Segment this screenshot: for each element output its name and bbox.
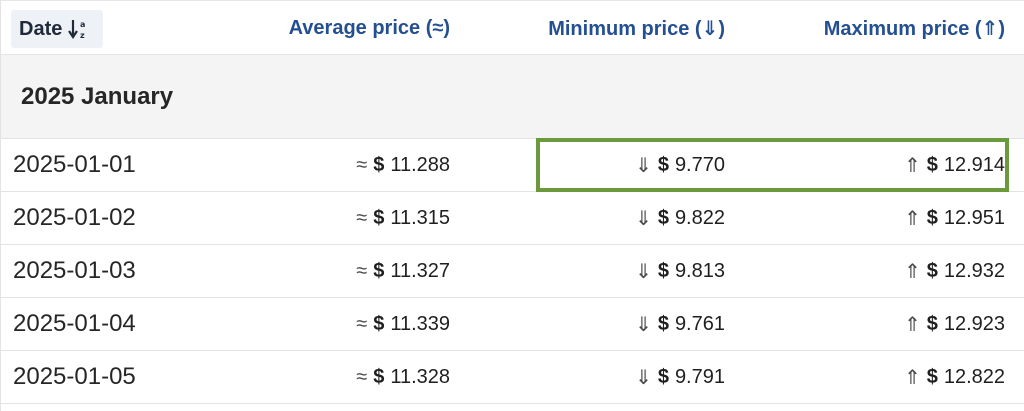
table-row: 2025-01-04 ≈ $ 11.339 ⇓ $ 9.761 ⇑ $ 12.9… — [1, 298, 1024, 351]
minimum-price-value: 9.813 — [674, 259, 725, 282]
currency-symbol: $ — [373, 312, 385, 335]
approx-icon: ≈ — [356, 259, 368, 282]
double-up-arrow-icon: ⇑ — [903, 366, 921, 389]
date-value: 2025-01-01 — [13, 151, 136, 178]
double-down-arrow-icon: ⇓ — [635, 207, 652, 230]
currency-symbol: $ — [657, 365, 669, 388]
maximum-price-cell: ⇑ $ 12.923 — [904, 298, 1005, 350]
approx-icon: ≈ — [356, 206, 368, 229]
date-value: 2025-01-03 — [13, 257, 136, 284]
double-up-arrow-icon: ⇑ — [903, 260, 921, 283]
average-price-value: 11.339 — [390, 312, 450, 335]
average-price-column-header[interactable]: Average price (≈) — [289, 1, 450, 55]
date-cell: 2025-01-05 — [13, 351, 136, 403]
date-column-header[interactable]: Date a z — [11, 10, 103, 48]
table-header: Date a z Average price (≈) Minimum price… — [1, 0, 1024, 55]
average-price-value: 11.328 — [390, 365, 450, 388]
date-cell: 2025-01-02 — [13, 192, 136, 244]
minimum-price-value: 9.791 — [674, 365, 725, 388]
minimum-price-cell: ⇓ $ 9.761 — [635, 298, 725, 350]
currency-symbol: $ — [373, 259, 385, 282]
average-price-value: 11.288 — [390, 153, 450, 176]
currency-symbol: $ — [926, 259, 938, 282]
date-cell: 2025-01-04 — [13, 298, 136, 350]
double-down-arrow-icon: ⇓ — [635, 260, 652, 283]
maximum-price-cell: ⇑ $ 12.932 — [904, 245, 1005, 297]
double-up-arrow-icon: ⇑ — [903, 207, 921, 230]
approx-icon: ≈ — [356, 312, 368, 335]
currency-symbol: $ — [373, 153, 385, 176]
approx-icon: ≈ — [356, 153, 368, 176]
average-price-value: 11.327 — [390, 259, 450, 282]
svg-text:a: a — [80, 20, 85, 29]
date-header-label: Date — [19, 17, 63, 40]
maximum-price-value: 12.822 — [943, 365, 1005, 388]
date-cell: 2025-01-03 — [13, 245, 136, 297]
maximum-price-value: 12.951 — [943, 206, 1005, 229]
next-row-edge — [1, 403, 1024, 411]
date-value: 2025-01-02 — [13, 204, 136, 231]
maximum-price-cell: ⇑ $ 12.951 — [904, 192, 1005, 244]
minimum-price-cell: ⇓ $ 9.791 — [635, 351, 725, 403]
currency-symbol: $ — [926, 206, 938, 229]
date-cell: 2025-01-01 — [13, 139, 136, 191]
currency-symbol: $ — [926, 365, 938, 388]
maximum-price-cell: ⇑ $ 12.822 — [904, 351, 1005, 403]
double-up-arrow-icon: ⇑ — [903, 154, 921, 177]
minimum-price-cell: ⇓ $ 9.822 — [635, 192, 725, 244]
table-row: 2025-01-03 ≈ $ 11.327 ⇓ $ 9.813 ⇑ $ 12.9… — [1, 245, 1024, 298]
double-down-arrow-icon: ⇓ — [635, 154, 652, 177]
maximum-price-value: 12.932 — [943, 259, 1005, 282]
minimum-price-value: 9.822 — [674, 206, 725, 229]
double-up-arrow-icon: ⇑ — [903, 313, 921, 336]
month-group-header: 2025 January — [1, 55, 1024, 139]
table-row: 2025-01-02 ≈ $ 11.315 ⇓ $ 9.822 ⇑ $ 12.9… — [1, 192, 1024, 245]
minimum-price-column-header[interactable]: Minimum price (⇓) — [548, 1, 725, 55]
minimum-price-value: 9.770 — [674, 153, 725, 176]
maximum-price-cell: ⇑ $ 12.914 — [904, 139, 1005, 191]
maximum-price-value: 12.914 — [943, 153, 1005, 176]
month-group-label: 2025 January — [21, 82, 174, 110]
table-row: 2025-01-01 ≈ $ 11.288 ⇓ $ 9.770 ⇑ $ 12.9… — [1, 139, 1024, 192]
currency-symbol: $ — [926, 153, 938, 176]
currency-symbol: $ — [926, 312, 938, 335]
svg-text:z: z — [80, 31, 85, 40]
minimum-price-value: 9.761 — [674, 312, 725, 335]
average-price-cell: ≈ $ 11.328 — [356, 351, 450, 403]
currency-symbol: $ — [657, 312, 669, 335]
currency-symbol: $ — [657, 153, 669, 176]
average-price-cell: ≈ $ 11.288 — [356, 139, 450, 191]
date-value: 2025-01-05 — [13, 363, 136, 390]
date-value: 2025-01-04 — [13, 310, 136, 337]
average-price-cell: ≈ $ 11.339 — [356, 298, 450, 350]
average-price-value: 11.315 — [390, 206, 450, 229]
approx-icon: ≈ — [356, 365, 368, 388]
double-down-arrow-icon: ⇓ — [635, 366, 652, 389]
minimum-price-cell: ⇓ $ 9.813 — [635, 245, 725, 297]
currency-symbol: $ — [657, 206, 669, 229]
maximum-price-column-header[interactable]: Maximum price (⇑) — [824, 1, 1005, 55]
currency-symbol: $ — [373, 365, 385, 388]
price-table: Date a z Average price (≈) Minimum price… — [0, 0, 1024, 411]
average-price-cell: ≈ $ 11.327 — [356, 245, 450, 297]
sort-descending-icon[interactable]: a z — [68, 17, 90, 41]
minimum-price-cell: ⇓ $ 9.770 — [635, 139, 725, 191]
average-price-cell: ≈ $ 11.315 — [356, 192, 450, 244]
table-row: 2025-01-05 ≈ $ 11.328 ⇓ $ 9.791 ⇑ $ 12.8… — [1, 351, 1024, 404]
double-down-arrow-icon: ⇓ — [635, 313, 652, 336]
currency-symbol: $ — [657, 259, 669, 282]
maximum-price-value: 12.923 — [943, 312, 1005, 335]
currency-symbol: $ — [373, 206, 385, 229]
